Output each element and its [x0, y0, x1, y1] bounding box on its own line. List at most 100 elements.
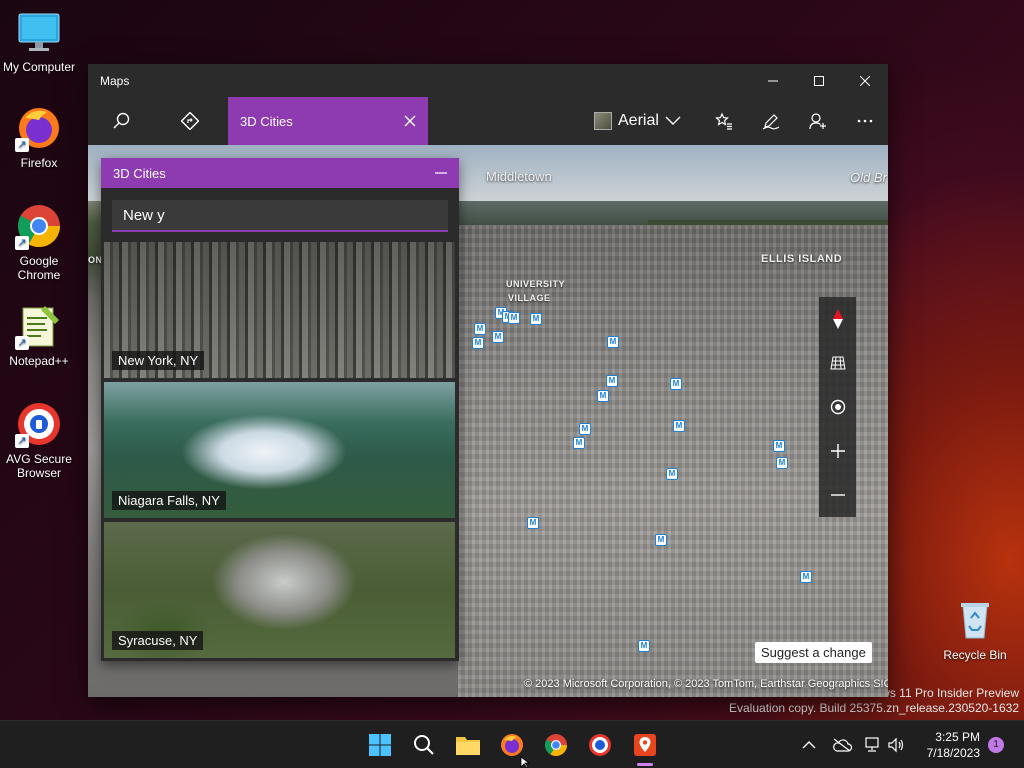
metro-station-marker[interactable]: M — [673, 420, 685, 432]
tab-label: 3D Cities — [240, 113, 293, 129]
clock-time: 3:25 PM — [935, 730, 980, 744]
clock-date: 7/18/2023 — [926, 746, 980, 760]
metro-station-marker[interactable]: M — [527, 517, 539, 529]
metro-station-marker[interactable]: M — [670, 378, 682, 390]
city-result-new-york[interactable]: New York, NY — [104, 242, 455, 378]
desktop-icon-avg-browser[interactable]: ↗ AVG Secure Browser — [2, 400, 76, 480]
search-button[interactable] — [98, 97, 146, 145]
more-button[interactable] — [841, 97, 888, 145]
desktop-icon-label: Google Chrome — [17, 254, 61, 282]
close-icon — [860, 75, 870, 86]
ink-button[interactable] — [747, 97, 794, 145]
desktop-icon-label: Notepad++ — [9, 354, 69, 368]
tilt-button[interactable] — [819, 341, 856, 385]
search-icon — [414, 735, 434, 755]
maps-toolbar: 3D Cities Aerial — [88, 97, 888, 145]
metro-station-marker[interactable]: M — [508, 312, 520, 324]
zoom-in-button[interactable] — [819, 429, 856, 473]
tab-3d-cities[interactable]: 3D Cities — [228, 97, 428, 145]
taskbar-avg-browser[interactable] — [584, 729, 616, 761]
map-style-label: Aerial — [618, 112, 659, 129]
metro-station-marker[interactable]: M — [776, 457, 788, 469]
zoom-out-button[interactable] — [819, 473, 856, 517]
taskbar-chrome[interactable] — [540, 729, 572, 761]
minimize-button[interactable] — [750, 64, 796, 97]
avg-browser-icon: ↗ — [15, 400, 63, 448]
monitor-icon — [15, 8, 63, 56]
metro-station-marker[interactable]: M — [474, 323, 486, 335]
recycle-bin-icon — [951, 596, 999, 644]
taskbar-clock[interactable]: 3:25 PM 7/18/2023 — [910, 729, 980, 761]
plus-icon — [830, 444, 845, 458]
maps-window: Maps 3D Cities Aerial Middletown Old Br … — [88, 64, 888, 697]
map-controls — [819, 297, 856, 517]
account-button[interactable] — [794, 97, 841, 145]
metro-station-marker[interactable]: M — [606, 375, 618, 387]
onedrive-tray-button[interactable] — [826, 729, 858, 761]
map-style-dropdown[interactable]: Aerial — [594, 106, 681, 136]
firefox-icon: ↗ — [15, 104, 63, 152]
grid-tilt-icon — [829, 356, 846, 370]
chrome-icon — [545, 734, 567, 756]
volume-tray-button[interactable] — [880, 729, 912, 761]
metro-station-marker[interactable]: M — [607, 336, 619, 348]
maximize-button[interactable] — [796, 64, 842, 97]
minus-icon — [830, 494, 845, 496]
metro-station-marker[interactable]: M — [666, 468, 678, 480]
metro-station-marker[interactable]: M — [638, 640, 650, 652]
metro-station-marker[interactable]: M — [492, 331, 504, 343]
start-button[interactable] — [364, 729, 396, 761]
desktop-icon-my-computer[interactable]: My Computer — [2, 8, 76, 74]
metro-station-marker[interactable]: M — [579, 423, 591, 435]
city-name: New York, NY — [112, 351, 205, 370]
window-title: Maps — [100, 73, 130, 88]
metro-station-marker[interactable]: M — [472, 337, 484, 349]
star-list-icon — [714, 112, 732, 130]
desktop-icon-recycle-bin[interactable]: Recycle Bin — [938, 596, 1012, 662]
collapse-panel-button[interactable] — [433, 165, 449, 181]
compass-button[interactable] — [819, 297, 856, 341]
metro-station-marker[interactable]: M — [655, 534, 667, 546]
chevron-up-icon — [802, 741, 816, 749]
desktop-icon-label: Firefox — [20, 156, 58, 170]
taskbar-file-explorer[interactable] — [452, 729, 484, 761]
close-tab-button[interactable] — [398, 109, 422, 133]
city-search-input[interactable]: New y — [112, 200, 448, 232]
close-button[interactable] — [842, 64, 888, 97]
shortcut-arrow-icon: ↗ — [15, 138, 29, 152]
title-bar: Maps — [88, 64, 888, 97]
map-label-middletown: Middletown — [486, 169, 552, 184]
directions-button[interactable] — [166, 97, 214, 145]
desktop-icon-firefox[interactable]: ↗ Firefox — [2, 104, 76, 170]
metro-station-marker[interactable]: M — [573, 437, 585, 449]
avg-browser-icon — [589, 734, 611, 756]
metro-station-marker[interactable]: M — [800, 571, 812, 583]
watermark-line-1: ws 11 Pro Insider Preview — [881, 686, 1019, 700]
maps-pin-icon — [634, 734, 656, 756]
locate-button[interactable] — [819, 385, 856, 429]
desktop-icon-chrome[interactable]: ↗ Google Chrome — [2, 202, 76, 282]
city-name: Niagara Falls, NY — [112, 491, 226, 510]
desktop-icon-label: My Computer — [2, 60, 76, 74]
suggest-change-button[interactable]: Suggest a change — [755, 642, 872, 663]
metro-station-marker[interactable]: M — [530, 313, 542, 325]
metro-station-marker[interactable]: M — [597, 390, 609, 402]
metro-station-marker[interactable]: M — [773, 440, 785, 452]
city-result-niagara-falls[interactable]: Niagara Falls, NY — [104, 382, 455, 518]
notepadpp-icon: ↗ — [15, 302, 63, 350]
notification-badge[interactable]: 1 — [988, 737, 1004, 753]
panel-title: 3D Cities — [113, 165, 166, 181]
city-result-syracuse[interactable]: Syracuse, NY — [104, 522, 455, 658]
taskbar-search-button[interactable] — [408, 729, 440, 761]
map-label-village: VILLAGE — [508, 293, 551, 303]
taskbar-maps[interactable] — [629, 729, 661, 761]
minimize-icon — [435, 172, 447, 174]
taskbar: 3:25 PM 7/18/2023 — [0, 720, 1024, 768]
desktop-icon-notepadpp[interactable]: ↗ Notepad++ — [2, 302, 76, 368]
map-label-old-bridge: Old Br — [850, 170, 887, 185]
more-icon — [857, 119, 872, 123]
favorites-button[interactable] — [700, 97, 747, 145]
active-app-indicator — [637, 763, 653, 766]
location-target-icon — [830, 399, 845, 415]
show-hidden-icons-button[interactable] — [793, 729, 825, 761]
